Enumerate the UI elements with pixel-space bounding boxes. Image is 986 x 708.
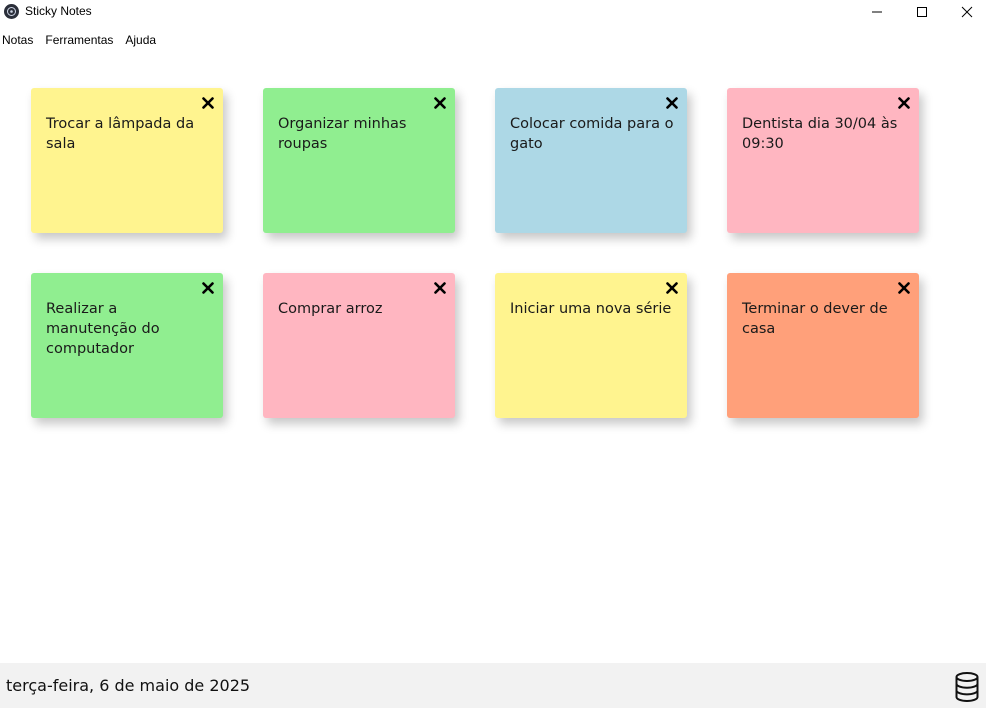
close-icon (898, 97, 910, 109)
close-icon (666, 282, 678, 294)
note-text[interactable]: Dentista dia 30/04 às 09:30 (742, 114, 907, 154)
delete-note-button[interactable] (202, 97, 214, 109)
app-icon (4, 4, 19, 19)
close-icon (202, 282, 214, 294)
sticky-note[interactable]: Iniciar uma nova série (495, 273, 687, 418)
maximize-icon (917, 7, 927, 17)
delete-note-button[interactable] (202, 282, 214, 294)
database-icon[interactable] (955, 672, 979, 703)
sticky-note[interactable]: Comprar arroz (263, 273, 455, 418)
close-icon (434, 97, 446, 109)
current-date: terça-feira, 6 de maio de 2025 (6, 676, 251, 695)
note-text[interactable]: Comprar arroz (278, 299, 443, 319)
window-title: Sticky Notes (25, 4, 92, 18)
status-bar: terça-feira, 6 de maio de 2025 (0, 663, 986, 708)
note-text[interactable]: Organizar minhas roupas (278, 114, 443, 154)
menu-item-ferramentas[interactable]: Ferramentas (43, 33, 119, 47)
delete-note-button[interactable] (898, 97, 910, 109)
minimize-button[interactable] (854, 0, 900, 24)
note-text[interactable]: Colocar comida para o gato (510, 114, 675, 154)
close-icon (961, 6, 973, 18)
sticky-note[interactable]: Dentista dia 30/04 às 09:30 (727, 88, 919, 233)
sticky-note[interactable]: Colocar comida para o gato (495, 88, 687, 233)
sticky-note[interactable]: Organizar minhas roupas (263, 88, 455, 233)
minimize-icon (872, 11, 882, 13)
close-window-button[interactable] (944, 0, 986, 24)
close-icon (434, 282, 446, 294)
note-text[interactable]: Iniciar uma nova série (510, 299, 675, 319)
note-text[interactable]: Terminar o dever de casa (742, 299, 907, 339)
sticky-note[interactable]: Realizar a manutenção do computador (31, 273, 223, 418)
app-window: Sticky Notes Notas Ferramentas Ajuda Tro… (0, 0, 986, 708)
delete-note-button[interactable] (898, 282, 910, 294)
delete-note-button[interactable] (434, 97, 446, 109)
delete-note-button[interactable] (666, 282, 678, 294)
close-icon (898, 282, 910, 294)
menu-item-notas[interactable]: Notas (0, 33, 39, 47)
note-text[interactable]: Trocar a lâmpada da sala (46, 114, 211, 154)
maximize-button[interactable] (899, 0, 945, 24)
sticky-note[interactable]: Trocar a lâmpada da sala (31, 88, 223, 233)
menu-bar: Notas Ferramentas Ajuda (0, 30, 166, 50)
note-text[interactable]: Realizar a manutenção do computador (46, 299, 211, 359)
title-bar[interactable]: Sticky Notes (0, 0, 986, 24)
menu-item-ajuda[interactable]: Ajuda (123, 33, 162, 47)
delete-note-button[interactable] (666, 97, 678, 109)
close-icon (202, 97, 214, 109)
close-icon (666, 97, 678, 109)
delete-note-button[interactable] (434, 282, 446, 294)
sticky-note[interactable]: Terminar o dever de casa (727, 273, 919, 418)
